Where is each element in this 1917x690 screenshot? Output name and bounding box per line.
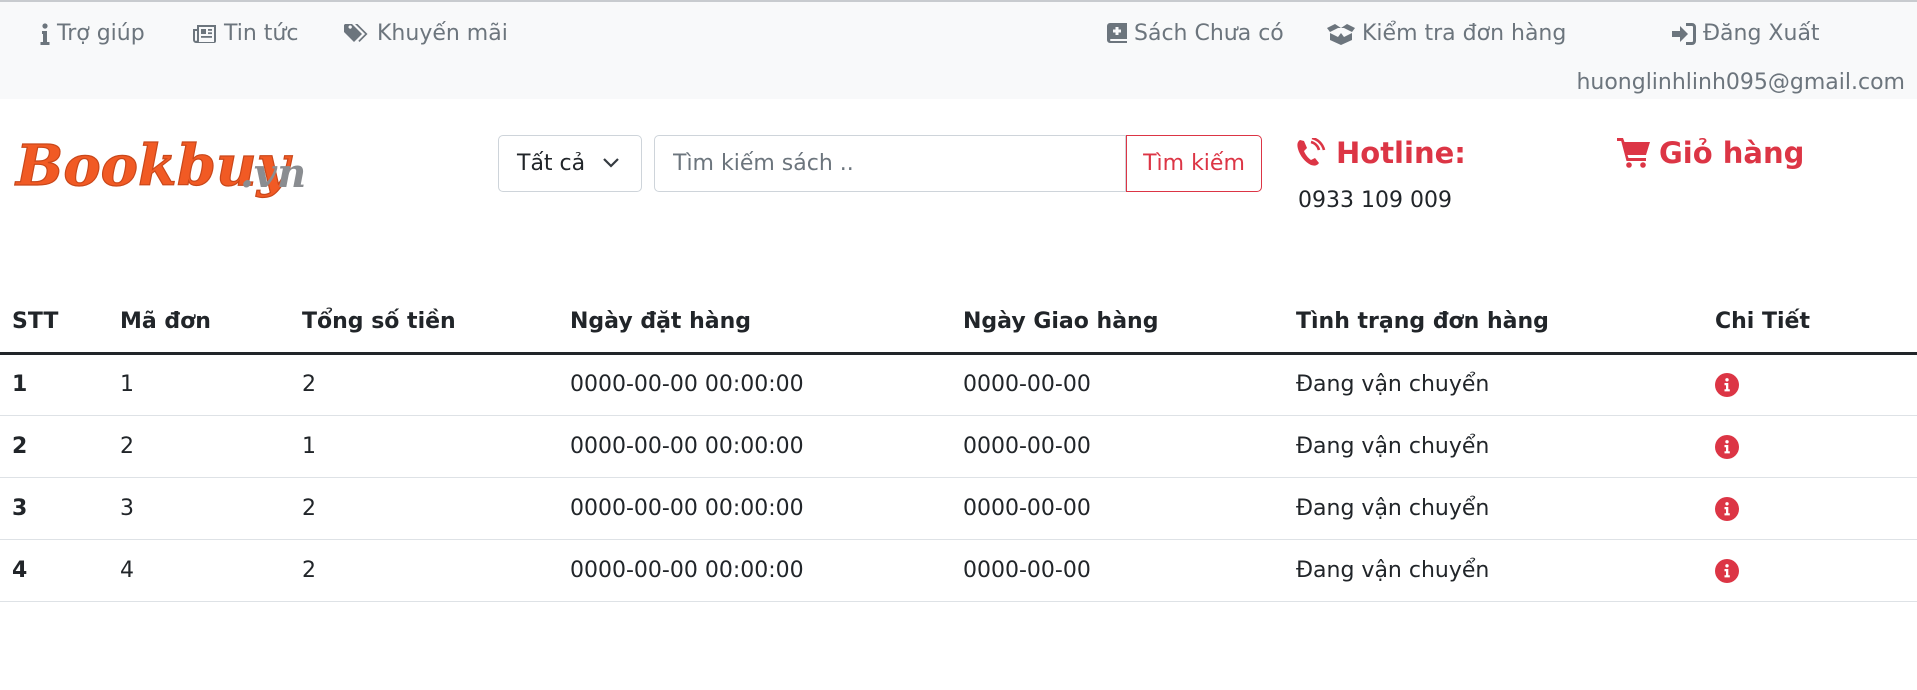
table-row: 4 4 2 0000-00-00 00:00:00 0000-00-00 Đan… [0,539,1917,602]
cell-order-id: 3 [108,477,290,540]
cell-order-id: 2 [108,415,290,478]
nav-promo-link[interactable]: Khuyến mãi [344,21,508,46]
sign-in-icon [1672,22,1696,45]
nav-logout-label: Đăng Xuất [1703,21,1820,46]
table-header-row: STT Mã đơn Tổng số tiền Ngày đặt hàng Ng… [0,292,1917,355]
cell-order-date: 0000-00-00 00:00:00 [558,353,951,416]
cell-order-date: 0000-00-00 00:00:00 [558,415,951,478]
search-input[interactable] [654,135,1126,192]
table-row: 2 2 1 0000-00-00 00:00:00 0000-00-00 Đan… [0,415,1917,478]
bookbuy-logo[interactable]: Bookbuy .vn [14,123,334,213]
nav-news-link[interactable]: Tin tức [193,21,298,46]
cell-stt: 4 [0,539,108,602]
hotline-label: Hotline: [1296,136,1466,170]
cell-status: Đang vận chuyển [1284,539,1703,602]
cell-total: 2 [290,477,558,540]
nav-help-label: Trợ giúp [57,21,145,46]
column-header-order-date: Ngày đặt hàng [558,292,951,355]
info-circle-icon[interactable] [1715,373,1739,397]
column-header-delivery-date: Ngày Giao hàng [951,292,1284,355]
cell-total: 2 [290,539,558,602]
cell-stt: 3 [0,477,108,540]
nav-logout-link[interactable]: Đăng Xuất [1672,21,1820,46]
category-select[interactable]: Tất cả [498,135,642,192]
table-row: 1 1 2 0000-00-00 00:00:00 0000-00-00 Đan… [0,353,1917,416]
cell-status: Đang vận chuyển [1284,415,1703,478]
nav-check-order-label: Kiểm tra đơn hàng [1362,21,1567,46]
user-email: huonglinhlinh095@gmail.com [1576,70,1905,95]
cell-stt: 1 [0,353,108,416]
info-circle-icon[interactable] [1715,558,1739,583]
hotline-number: 0933 109 009 [1298,188,1452,213]
search-button[interactable]: Tìm kiếm [1126,135,1262,192]
cart-button[interactable]: Giỏ hàng [1617,136,1804,170]
cell-total: 1 [290,415,558,478]
cell-delivery-date: 0000-00-00 [951,353,1284,416]
cell-detail [1703,477,1917,540]
newspaper-icon [193,24,216,43]
phone-volume-icon [1297,138,1326,166]
top-navbar: Trợ giúp Tin tức Khuyến mãi Sách Chưa có… [0,0,1917,99]
cell-detail [1703,353,1917,416]
cell-order-id: 4 [108,539,290,602]
nav-news-label: Tin tức [224,21,299,46]
cell-delivery-date: 0000-00-00 [951,477,1284,540]
chevron-down-icon [603,158,619,168]
cell-detail [1703,539,1917,602]
tags-icon [344,23,368,42]
logo-text-domain: .vn [240,150,306,197]
info-circle-icon[interactable] [1715,496,1739,521]
cell-total: 2 [290,353,558,416]
nav-help-link[interactable]: Trợ giúp [40,21,145,46]
hotline-text: Hotline: [1336,136,1466,170]
column-header-total: Tổng số tiền [290,292,558,355]
cell-detail [1703,415,1917,478]
cell-order-date: 0000-00-00 00:00:00 [558,477,951,540]
cell-stt: 2 [0,415,108,478]
column-header-stt: STT [0,292,108,355]
category-select-value: Tất cả [517,151,586,176]
shopping-cart-icon [1617,138,1650,168]
cart-label: Giỏ hàng [1659,136,1805,170]
cell-delivery-date: 0000-00-00 [951,539,1284,602]
column-header-detail: Chi Tiết [1703,292,1917,355]
column-header-status: Tình trạng đơn hàng [1284,292,1703,355]
table-row: 3 3 2 0000-00-00 00:00:00 0000-00-00 Đan… [0,477,1917,540]
nav-missing-books-link[interactable]: Sách Chưa có [1107,21,1284,46]
nav-promo-label: Khuyến mãi [377,21,508,46]
box-open-icon [1327,23,1355,45]
nav-missing-books-label: Sách Chưa có [1134,21,1284,46]
cell-status: Đang vận chuyển [1284,477,1703,540]
info-icon [40,22,50,45]
orders-table: STT Mã đơn Tổng số tiền Ngày đặt hàng Ng… [0,292,1917,602]
cell-order-date: 0000-00-00 00:00:00 [558,539,951,602]
column-header-order-id: Mã đơn [108,292,290,355]
book-medical-icon [1107,22,1127,43]
cell-delivery-date: 0000-00-00 [951,415,1284,478]
cell-status: Đang vận chuyển [1284,353,1703,416]
info-circle-icon[interactable] [1715,434,1739,459]
nav-check-order-link[interactable]: Kiểm tra đơn hàng [1327,21,1566,46]
cell-order-id: 1 [108,353,290,416]
